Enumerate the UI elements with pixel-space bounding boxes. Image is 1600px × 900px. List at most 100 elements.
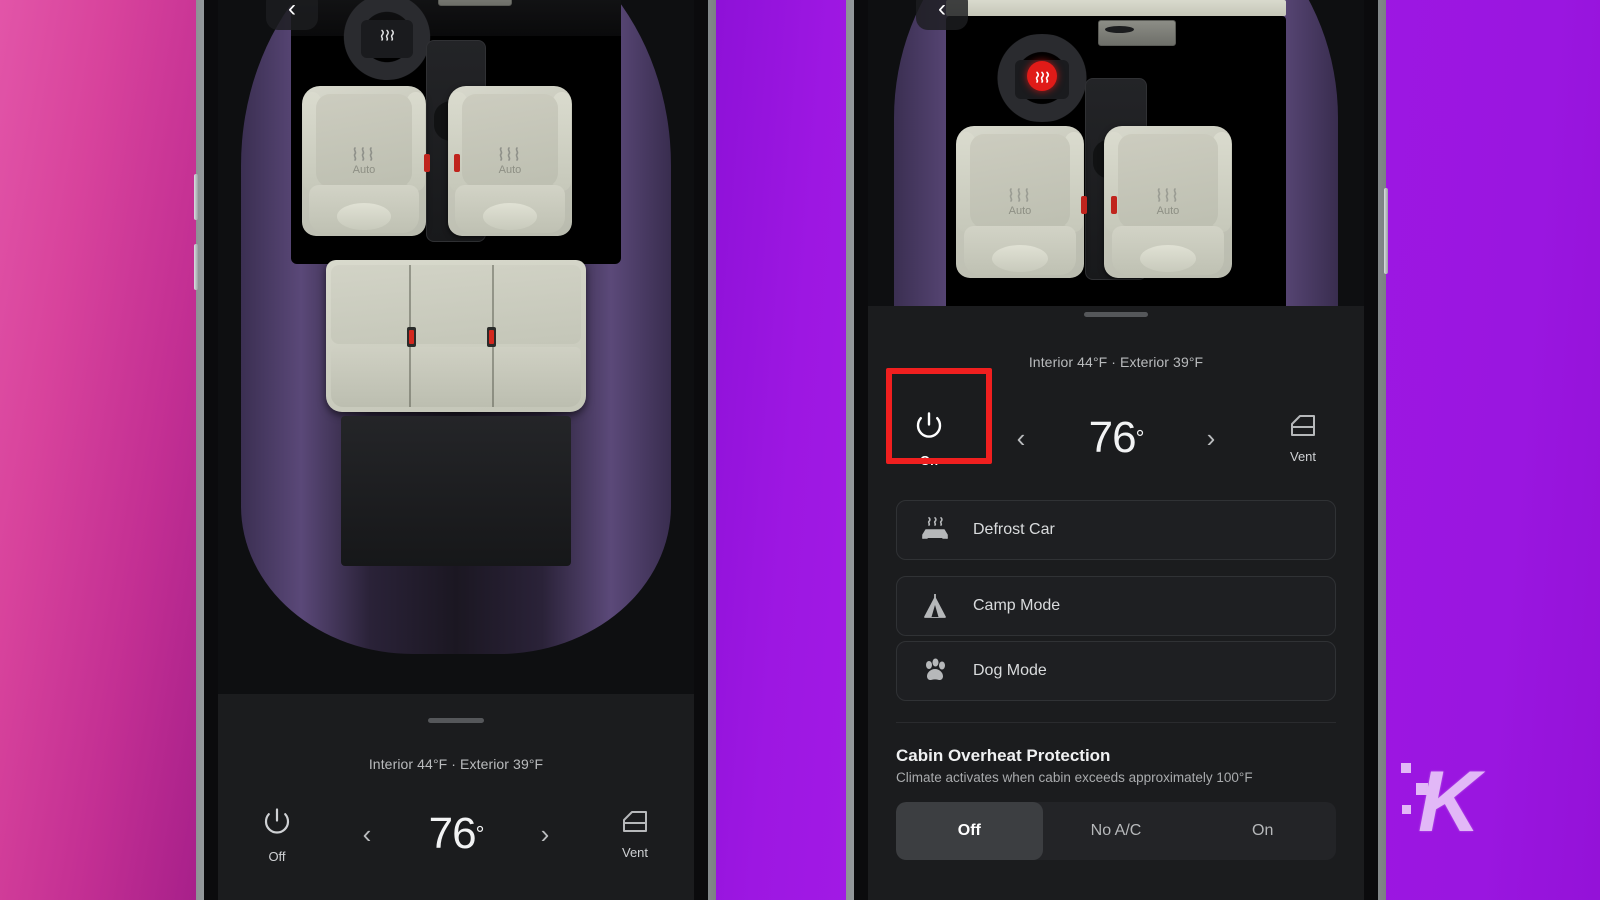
phone-bezel-right: Auto Auto ‹ Interior 44°F · Exterior 39°…	[854, 0, 1378, 900]
vent-label: Vent	[1289, 448, 1317, 464]
chevron-right-icon: ›	[1206, 422, 1216, 453]
chevron-right-icon: ›	[540, 818, 550, 849]
phone-device-left: Auto Auto ‹ Interior 44°F · Exterior 39°…	[194, 0, 716, 900]
segment-option-off[interactable]: Off	[896, 802, 1043, 860]
front-left-seat[interactable]: Auto	[302, 86, 426, 236]
watermark-letter: K	[1418, 754, 1480, 850]
temperature-value: 76	[1088, 413, 1137, 462]
list-item-label: Dog Mode	[973, 662, 1047, 679]
overheat-section-subtitle: Climate activates when cabin exceeds app…	[896, 770, 1253, 785]
degree-symbol: °	[475, 821, 485, 847]
defrost-car-icon	[897, 516, 973, 544]
climate-panel-left: Interior 44°F · Exterior 39°F Off ‹ 76° …	[218, 694, 694, 900]
seat-belt-buckle	[1081, 196, 1087, 214]
dog-mode-icon	[897, 658, 973, 684]
sheet-grabber[interactable]	[428, 718, 484, 723]
vent-button-right[interactable]: Vent	[1242, 413, 1364, 464]
seat-heater-indicator: Auto	[448, 143, 572, 176]
temp-increase-button[interactable]: ›	[1180, 425, 1242, 452]
climate-controls-row-left: Off ‹ 76° › Vent	[218, 786, 694, 882]
steering-wheel-heat-icon	[374, 22, 400, 48]
seat-heater-mode: Auto	[1008, 204, 1032, 217]
phone-screen-left: Auto Auto ‹ Interior 44°F · Exterior 39°…	[218, 0, 694, 900]
car-hero-right: Auto Auto	[868, 0, 1364, 306]
overheat-section-title: Cabin Overheat Protection	[896, 746, 1111, 765]
list-item-dog-mode[interactable]: Dog Mode	[896, 641, 1336, 701]
vent-label: Vent	[621, 844, 649, 860]
climate-panel-right: Interior 44°F · Exterior 39°F On ‹ 76° ›…	[868, 306, 1364, 900]
seat-heater-mode: Auto	[1156, 204, 1180, 217]
chevron-left-icon: ‹	[1016, 422, 1026, 453]
vent-button-left[interactable]: Vent	[576, 809, 694, 860]
target-temperature[interactable]: 76°	[398, 809, 514, 859]
list-item-label: Defrost Car	[973, 521, 1055, 538]
phone-screen-right: Auto Auto ‹ Interior 44°F · Exterior 39°…	[868, 0, 1364, 900]
car-hero-left: Auto Auto	[218, 0, 694, 694]
volume-up-button[interactable]	[194, 174, 198, 220]
trunk-area	[341, 416, 571, 566]
watermark-logo: K	[1390, 745, 1500, 855]
vent-icon	[623, 810, 647, 832]
temp-decrease-button[interactable]: ‹	[336, 821, 398, 848]
seat-belt-buckle	[1111, 196, 1117, 214]
steering-wheel-heat-icon	[1027, 61, 1057, 92]
section-divider	[896, 722, 1336, 723]
sheet-grabber[interactable]	[1084, 312, 1148, 317]
vent-icon	[1291, 414, 1315, 436]
seat-bump	[1139, 244, 1197, 272]
windshield	[946, 0, 1286, 16]
list-item-camp-mode[interactable]: Camp Mode	[896, 576, 1336, 636]
temperature-readout: Interior 44°F · Exterior 39°F	[1028, 354, 1204, 370]
seat-belt-buckle	[487, 326, 497, 347]
chevron-left-icon: ‹	[938, 0, 946, 22]
seat-bump	[336, 203, 392, 230]
climate-controls-row-right: On ‹ 76° › Vent	[868, 384, 1364, 492]
seat-belt-buckle	[424, 154, 430, 172]
seat-heater-mode: Auto	[352, 164, 376, 176]
seat-bump	[482, 203, 538, 230]
overheat-segmented-control: Off No A/C On	[896, 802, 1336, 860]
chevron-left-icon: ‹	[288, 0, 296, 22]
back-button[interactable]: ‹	[916, 0, 968, 30]
seat-heater-indicator: Auto	[1104, 184, 1232, 217]
chevron-left-icon: ‹	[362, 818, 372, 849]
rear-view-mirror	[1098, 20, 1176, 46]
screenshot-stage: K Auto Auto ‹ Interior 44°F · Exterior 3…	[0, 0, 1600, 900]
temperature-value: 76	[428, 809, 477, 858]
power-state-label: Off	[268, 848, 286, 864]
power-icon	[264, 807, 290, 834]
seat-heater-indicator: Auto	[956, 184, 1084, 217]
seat-heater-indicator: Auto	[302, 143, 426, 176]
bench-cushion	[331, 346, 581, 408]
steering-wheel-left[interactable]	[333, 0, 441, 80]
rear-view-mirror	[438, 0, 512, 6]
phone-device-right: Auto Auto ‹ Interior 44°F · Exterior 39°…	[846, 0, 1388, 900]
front-right-seat[interactable]: Auto	[1104, 126, 1232, 278]
segment-option-on[interactable]: On	[1189, 802, 1336, 860]
bench-backrest	[331, 264, 581, 344]
back-button[interactable]: ‹	[266, 0, 318, 30]
power-icon	[916, 411, 942, 438]
seat-belt-buckle	[406, 326, 416, 347]
temp-decrease-button[interactable]: ‹	[990, 425, 1052, 452]
front-left-seat[interactable]: Auto	[956, 126, 1084, 278]
degree-symbol: °	[1135, 425, 1145, 451]
front-right-seat[interactable]: Auto	[448, 86, 572, 236]
volume-down-button[interactable]	[194, 244, 198, 290]
power-toggle-left[interactable]: Off	[218, 805, 336, 864]
temp-increase-button[interactable]: ›	[514, 821, 576, 848]
target-temperature[interactable]: 76°	[1052, 413, 1180, 463]
segment-option-no-ac[interactable]: No A/C	[1043, 802, 1190, 860]
watermark-square	[1401, 763, 1411, 773]
watermark-square	[1402, 805, 1411, 814]
temperature-readout: Interior 44°F · Exterior 39°F	[368, 756, 544, 772]
power-side-button[interactable]	[1384, 188, 1388, 274]
seat-heater-mode: Auto	[498, 164, 522, 176]
list-item-label: Camp Mode	[973, 597, 1061, 614]
steering-wheel-right[interactable]	[986, 34, 1098, 122]
camp-mode-icon	[897, 592, 973, 620]
list-item-defrost-car[interactable]: Defrost Car	[896, 500, 1336, 560]
seat-bump	[991, 244, 1049, 272]
power-toggle-right[interactable]: On	[868, 409, 990, 468]
rear-bench-seat[interactable]	[326, 260, 586, 412]
